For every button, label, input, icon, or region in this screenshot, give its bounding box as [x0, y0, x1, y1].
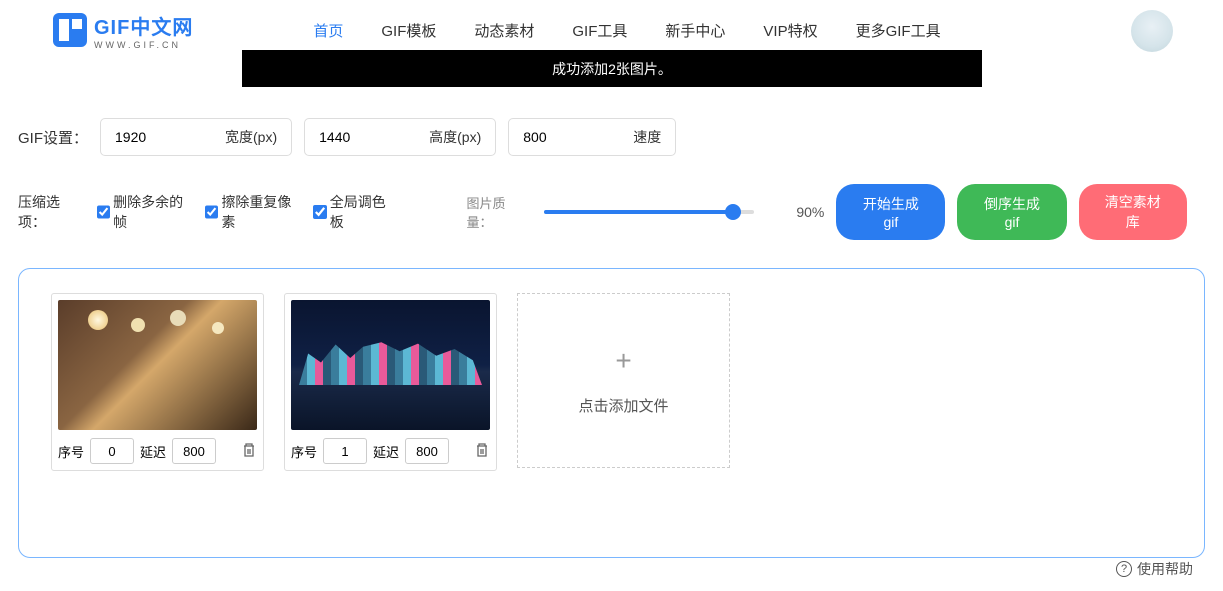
- help-link[interactable]: ? 使用帮助: [1116, 559, 1193, 579]
- compress-options-row: 压缩选项： 删除多余的帧 擦除重复像素 全局调色板 图片质量： 90% 开始生成…: [0, 166, 1223, 250]
- opt-delete-frames[interactable]: 删除多余的帧: [97, 192, 193, 232]
- settings-label: GIF设置：: [18, 127, 88, 148]
- logo-subtitle: WWW.GIF.CN: [94, 40, 193, 50]
- help-label: 使用帮助: [1137, 559, 1193, 579]
- checkbox-erase-dup[interactable]: [205, 205, 218, 219]
- avatar[interactable]: [1131, 10, 1173, 52]
- logo[interactable]: GIF中文网 WWW.GIF.CN: [50, 10, 193, 50]
- add-file-label: 点击添加文件: [578, 395, 668, 416]
- delay-label: 延迟: [140, 442, 166, 461]
- plus-icon: +: [615, 345, 631, 377]
- nav-vip[interactable]: VIP特权: [763, 20, 817, 41]
- dropzone: 序号 延迟 序号 延迟 + 点击添加文件: [18, 268, 1205, 558]
- slider-thumb[interactable]: [725, 204, 741, 220]
- opt-erase-dup[interactable]: 擦除重复像素: [205, 192, 301, 232]
- opt-label-0: 删除多余的帧: [113, 192, 193, 232]
- nav-tools[interactable]: GIF工具: [572, 20, 627, 41]
- seq-label: 序号: [58, 442, 84, 461]
- seq-input[interactable]: [90, 438, 134, 464]
- opt-global-palette[interactable]: 全局调色板: [313, 192, 396, 232]
- reverse-button[interactable]: 倒序生成gif: [957, 184, 1066, 240]
- logo-icon: [50, 10, 90, 50]
- seq-label: 序号: [291, 442, 317, 461]
- nav-templates[interactable]: GIF模板: [381, 20, 436, 41]
- checkbox-delete-frames[interactable]: [97, 205, 110, 219]
- width-input-group: 宽度(px): [100, 118, 292, 156]
- nav-more[interactable]: 更多GIF工具: [856, 20, 941, 41]
- image-card[interactable]: 序号 延迟: [284, 293, 497, 471]
- nav-beginner[interactable]: 新手中心: [665, 20, 725, 41]
- seq-input[interactable]: [323, 438, 367, 464]
- nav-home[interactable]: 首页: [313, 20, 343, 41]
- delay-input[interactable]: [172, 438, 216, 464]
- speed-suffix: 速度: [633, 127, 661, 147]
- opt-label-1: 擦除重复像素: [221, 192, 301, 232]
- clear-button[interactable]: 清空素材库: [1079, 184, 1187, 240]
- logo-title: GIF中文网: [94, 11, 193, 40]
- thumbnail: [58, 300, 257, 430]
- compress-label: 压缩选项：: [18, 192, 85, 232]
- generate-button[interactable]: 开始生成gif: [836, 184, 945, 240]
- slider-fill: [544, 210, 733, 214]
- quality-label: 图片质量：: [466, 193, 528, 231]
- width-suffix: 宽度(px): [225, 127, 277, 147]
- action-buttons: 开始生成gif 倒序生成gif 清空素材库: [836, 184, 1187, 240]
- opt-label-2: 全局调色板: [330, 192, 397, 232]
- checkbox-global-palette[interactable]: [313, 205, 326, 219]
- help-icon: ?: [1116, 561, 1132, 577]
- quality-value: 90%: [796, 204, 824, 220]
- speed-input-group: 速度: [508, 118, 676, 156]
- delay-label: 延迟: [373, 442, 399, 461]
- delay-input[interactable]: [405, 438, 449, 464]
- card-controls: 序号 延迟: [58, 438, 257, 464]
- speed-input[interactable]: [523, 129, 583, 145]
- nav-assets[interactable]: 动态素材: [474, 20, 534, 41]
- image-card[interactable]: 序号 延迟: [51, 293, 264, 471]
- main-nav: 首页 GIF模板 动态素材 GIF工具 新手中心 VIP特权 更多GIF工具: [313, 20, 940, 41]
- card-controls: 序号 延迟: [291, 438, 490, 464]
- add-file-card[interactable]: + 点击添加文件: [517, 293, 730, 468]
- toast-notification: 成功添加2张图片。: [242, 50, 982, 87]
- height-suffix: 高度(px): [429, 127, 481, 147]
- gif-settings-row: GIF设置： 宽度(px) 高度(px) 速度: [0, 108, 1223, 166]
- height-input[interactable]: [319, 129, 379, 145]
- height-input-group: 高度(px): [304, 118, 496, 156]
- trash-icon[interactable]: [241, 442, 257, 461]
- trash-icon[interactable]: [474, 442, 490, 461]
- quality-slider[interactable]: [544, 210, 754, 214]
- width-input[interactable]: [115, 129, 175, 145]
- thumbnail: [291, 300, 490, 430]
